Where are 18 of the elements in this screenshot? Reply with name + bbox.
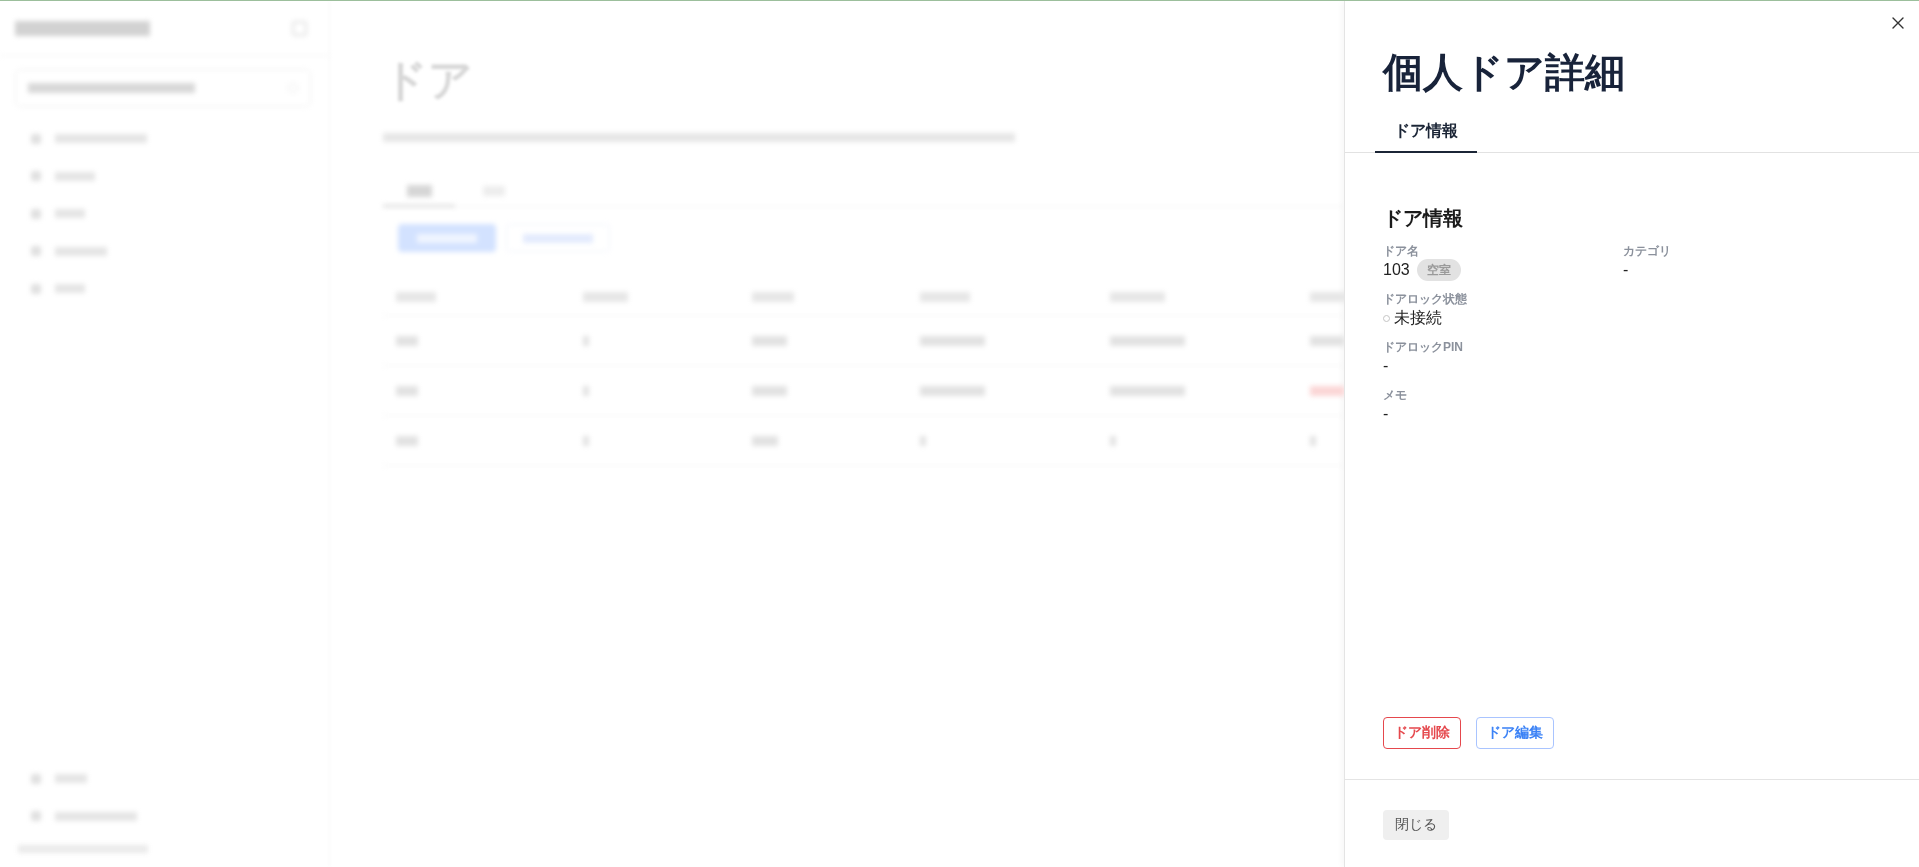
drawer-title: 個人ドア詳細 <box>1383 49 1625 96</box>
edit-button[interactable]: ドア編集 <box>1476 717 1554 749</box>
field-label: ドアロック状態 <box>1383 291 1467 307</box>
field-value: 未接続 <box>1394 308 1442 328</box>
field-value: 103 <box>1383 260 1410 280</box>
section-heading: ドア情報 <box>1383 206 1463 231</box>
close-icon[interactable] <box>1892 17 1904 29</box>
field-value: - <box>1383 356 1389 376</box>
field-label: ドア名 <box>1383 243 1419 259</box>
delete-button[interactable]: ドア削除 <box>1383 717 1461 749</box>
field-label: カテゴリ <box>1623 243 1671 259</box>
field-value: - <box>1623 260 1629 280</box>
field-label: メモ <box>1383 387 1407 403</box>
tab[interactable]: ドア情報 <box>1375 110 1477 153</box>
status-badge: 空室 <box>1416 259 1461 281</box>
field-value: - <box>1383 404 1389 424</box>
field-label: ドアロックPIN <box>1383 339 1463 355</box>
close-button[interactable]: 閉じる <box>1383 810 1449 840</box>
